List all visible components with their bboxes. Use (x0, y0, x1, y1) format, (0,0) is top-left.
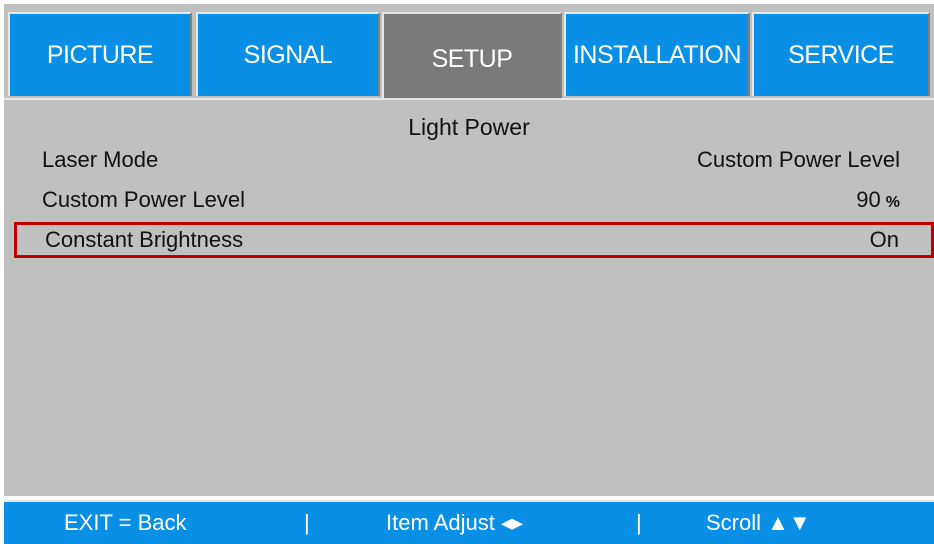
separator: | (304, 510, 310, 535)
osd-menu: PICTURE SIGNAL SETUP INSTALLATION SERVIC… (0, 0, 934, 544)
tab-installation[interactable]: INSTALLATION (564, 12, 750, 96)
setting-value: 90% (856, 187, 900, 212)
adjust-hint: Item Adjust ◂▸ (386, 510, 524, 535)
setting-value: On (869, 227, 899, 252)
setting-label: Laser Mode (42, 147, 159, 172)
separator: | (636, 510, 642, 535)
tab-picture[interactable]: PICTURE (8, 12, 192, 96)
help-bar: EXIT = Back | Item Adjust ◂▸ | Scroll ▲▼ (4, 500, 934, 544)
tab-service[interactable]: SERVICE (752, 12, 930, 96)
setting-row-constant-brightness[interactable]: Constant Brightness On (14, 222, 934, 258)
setting-label: Constant Brightness (45, 227, 244, 252)
tab-signal[interactable]: SIGNAL (196, 12, 380, 96)
setting-row-custom-power-level[interactable]: Custom Power Level 90% (14, 182, 932, 218)
scroll-hint: Scroll ▲▼ (706, 510, 811, 535)
unit-label: % (885, 194, 900, 211)
settings-panel: Light Power Laser Mode Custom Power Leve… (4, 98, 934, 496)
setting-value: Custom Power Level (697, 147, 900, 172)
exit-hint: EXIT = Back (64, 510, 187, 535)
setting-label: Custom Power Level (42, 187, 245, 212)
tab-bar: PICTURE SIGNAL SETUP INSTALLATION SERVIC… (4, 4, 934, 104)
setting-row-laser-mode[interactable]: Laser Mode Custom Power Level (14, 142, 932, 178)
page-title: Light Power (408, 114, 530, 140)
tab-setup[interactable]: SETUP (382, 12, 562, 104)
